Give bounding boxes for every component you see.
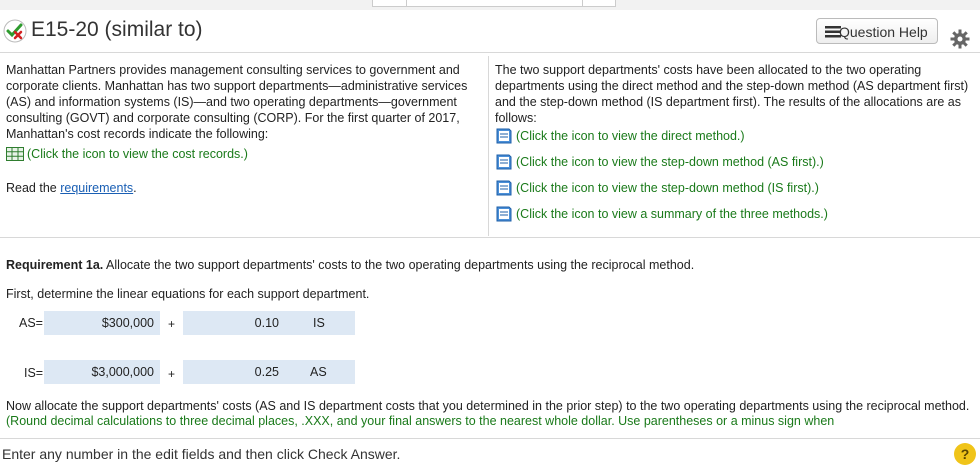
requirement-1a: Requirement 1a. Allocate the two support… [6, 258, 694, 272]
document-icon [496, 206, 512, 222]
requirement-label: Requirement 1a. [6, 258, 104, 272]
as-coefficient-field[interactable]: 0.10 [183, 311, 285, 335]
question-header: E15-20 (similar to) Question Help [0, 12, 980, 53]
read-suffix: . [133, 181, 137, 195]
problem-description: Manhattan Partners provides management c… [6, 62, 484, 195]
top-tab[interactable] [372, 0, 408, 7]
is-variable: AS [285, 360, 355, 384]
gear-icon[interactable] [950, 29, 970, 49]
requirement-text: Allocate the two support departments' co… [103, 258, 695, 272]
help-question-icon[interactable]: ? [954, 443, 976, 465]
as-amount-field[interactable]: $300,000 [44, 311, 160, 335]
footer-bar: Enter any number in the edit fields and … [0, 438, 980, 470]
as-equation-label: AS= [19, 316, 43, 330]
step-down-is-link-text[interactable]: (Click the icon to view the step-down me… [516, 180, 819, 196]
cost-records-link[interactable]: (Click the icon to view the cost records… [6, 145, 248, 163]
document-icon [496, 128, 512, 144]
is-equation-label: IS= [24, 366, 44, 380]
allocation-results: The two support departments' costs have … [495, 62, 975, 222]
read-prefix: Read the [6, 181, 61, 195]
direct-method-link[interactable]: (Click the icon to view the direct metho… [495, 127, 745, 145]
column-divider [488, 56, 489, 236]
table-icon [6, 147, 24, 161]
step-down-is-link[interactable]: (Click the icon to view the step-down me… [495, 179, 819, 197]
top-strip [0, 0, 980, 10]
top-tab[interactable] [582, 0, 616, 7]
direct-method-link-text[interactable]: (Click the icon to view the direct metho… [516, 128, 745, 144]
question-help-label: Question Help [839, 24, 928, 40]
plus-sign: + [168, 317, 176, 331]
as-variable: IS [285, 311, 355, 335]
page-title: E15-20 (similar to) [31, 18, 203, 41]
allocation-text: Now allocate the support departments' co… [6, 399, 970, 413]
plus-sign: + [168, 367, 176, 381]
instruction-line: First, determine the linear equations fo… [6, 287, 370, 301]
read-requirements-line: Read the requirements. [6, 180, 137, 196]
summary-link[interactable]: (Click the icon to view a summary of the… [495, 205, 828, 223]
top-tab[interactable] [406, 0, 584, 7]
problem-intro: Manhattan Partners provides management c… [6, 63, 468, 141]
section-divider [0, 237, 980, 238]
results-intro: The two support departments' costs have … [495, 63, 969, 125]
summary-link-text[interactable]: (Click the icon to view a summary of the… [516, 206, 828, 222]
step-down-as-link[interactable]: (Click the icon to view the step-down me… [495, 153, 824, 171]
allocation-instruction: Now allocate the support departments' co… [6, 399, 976, 429]
requirements-link[interactable]: requirements [60, 181, 133, 195]
document-icon [496, 180, 512, 196]
footer-instruction: Enter any number in the edit fields and … [2, 446, 401, 462]
step-down-as-link-text[interactable]: (Click the icon to view the step-down me… [516, 154, 824, 170]
cost-records-link-text[interactable]: (Click the icon to view the cost records… [27, 146, 248, 162]
partial-correct-icon [3, 19, 27, 43]
question-help-button[interactable]: Question Help [816, 18, 938, 44]
is-coefficient-field[interactable]: 0.25 [183, 360, 285, 384]
document-icon [496, 154, 512, 170]
is-amount-field[interactable]: $3,000,000 [44, 360, 160, 384]
rounding-note: (Round decimal calculations to three dec… [6, 414, 835, 428]
